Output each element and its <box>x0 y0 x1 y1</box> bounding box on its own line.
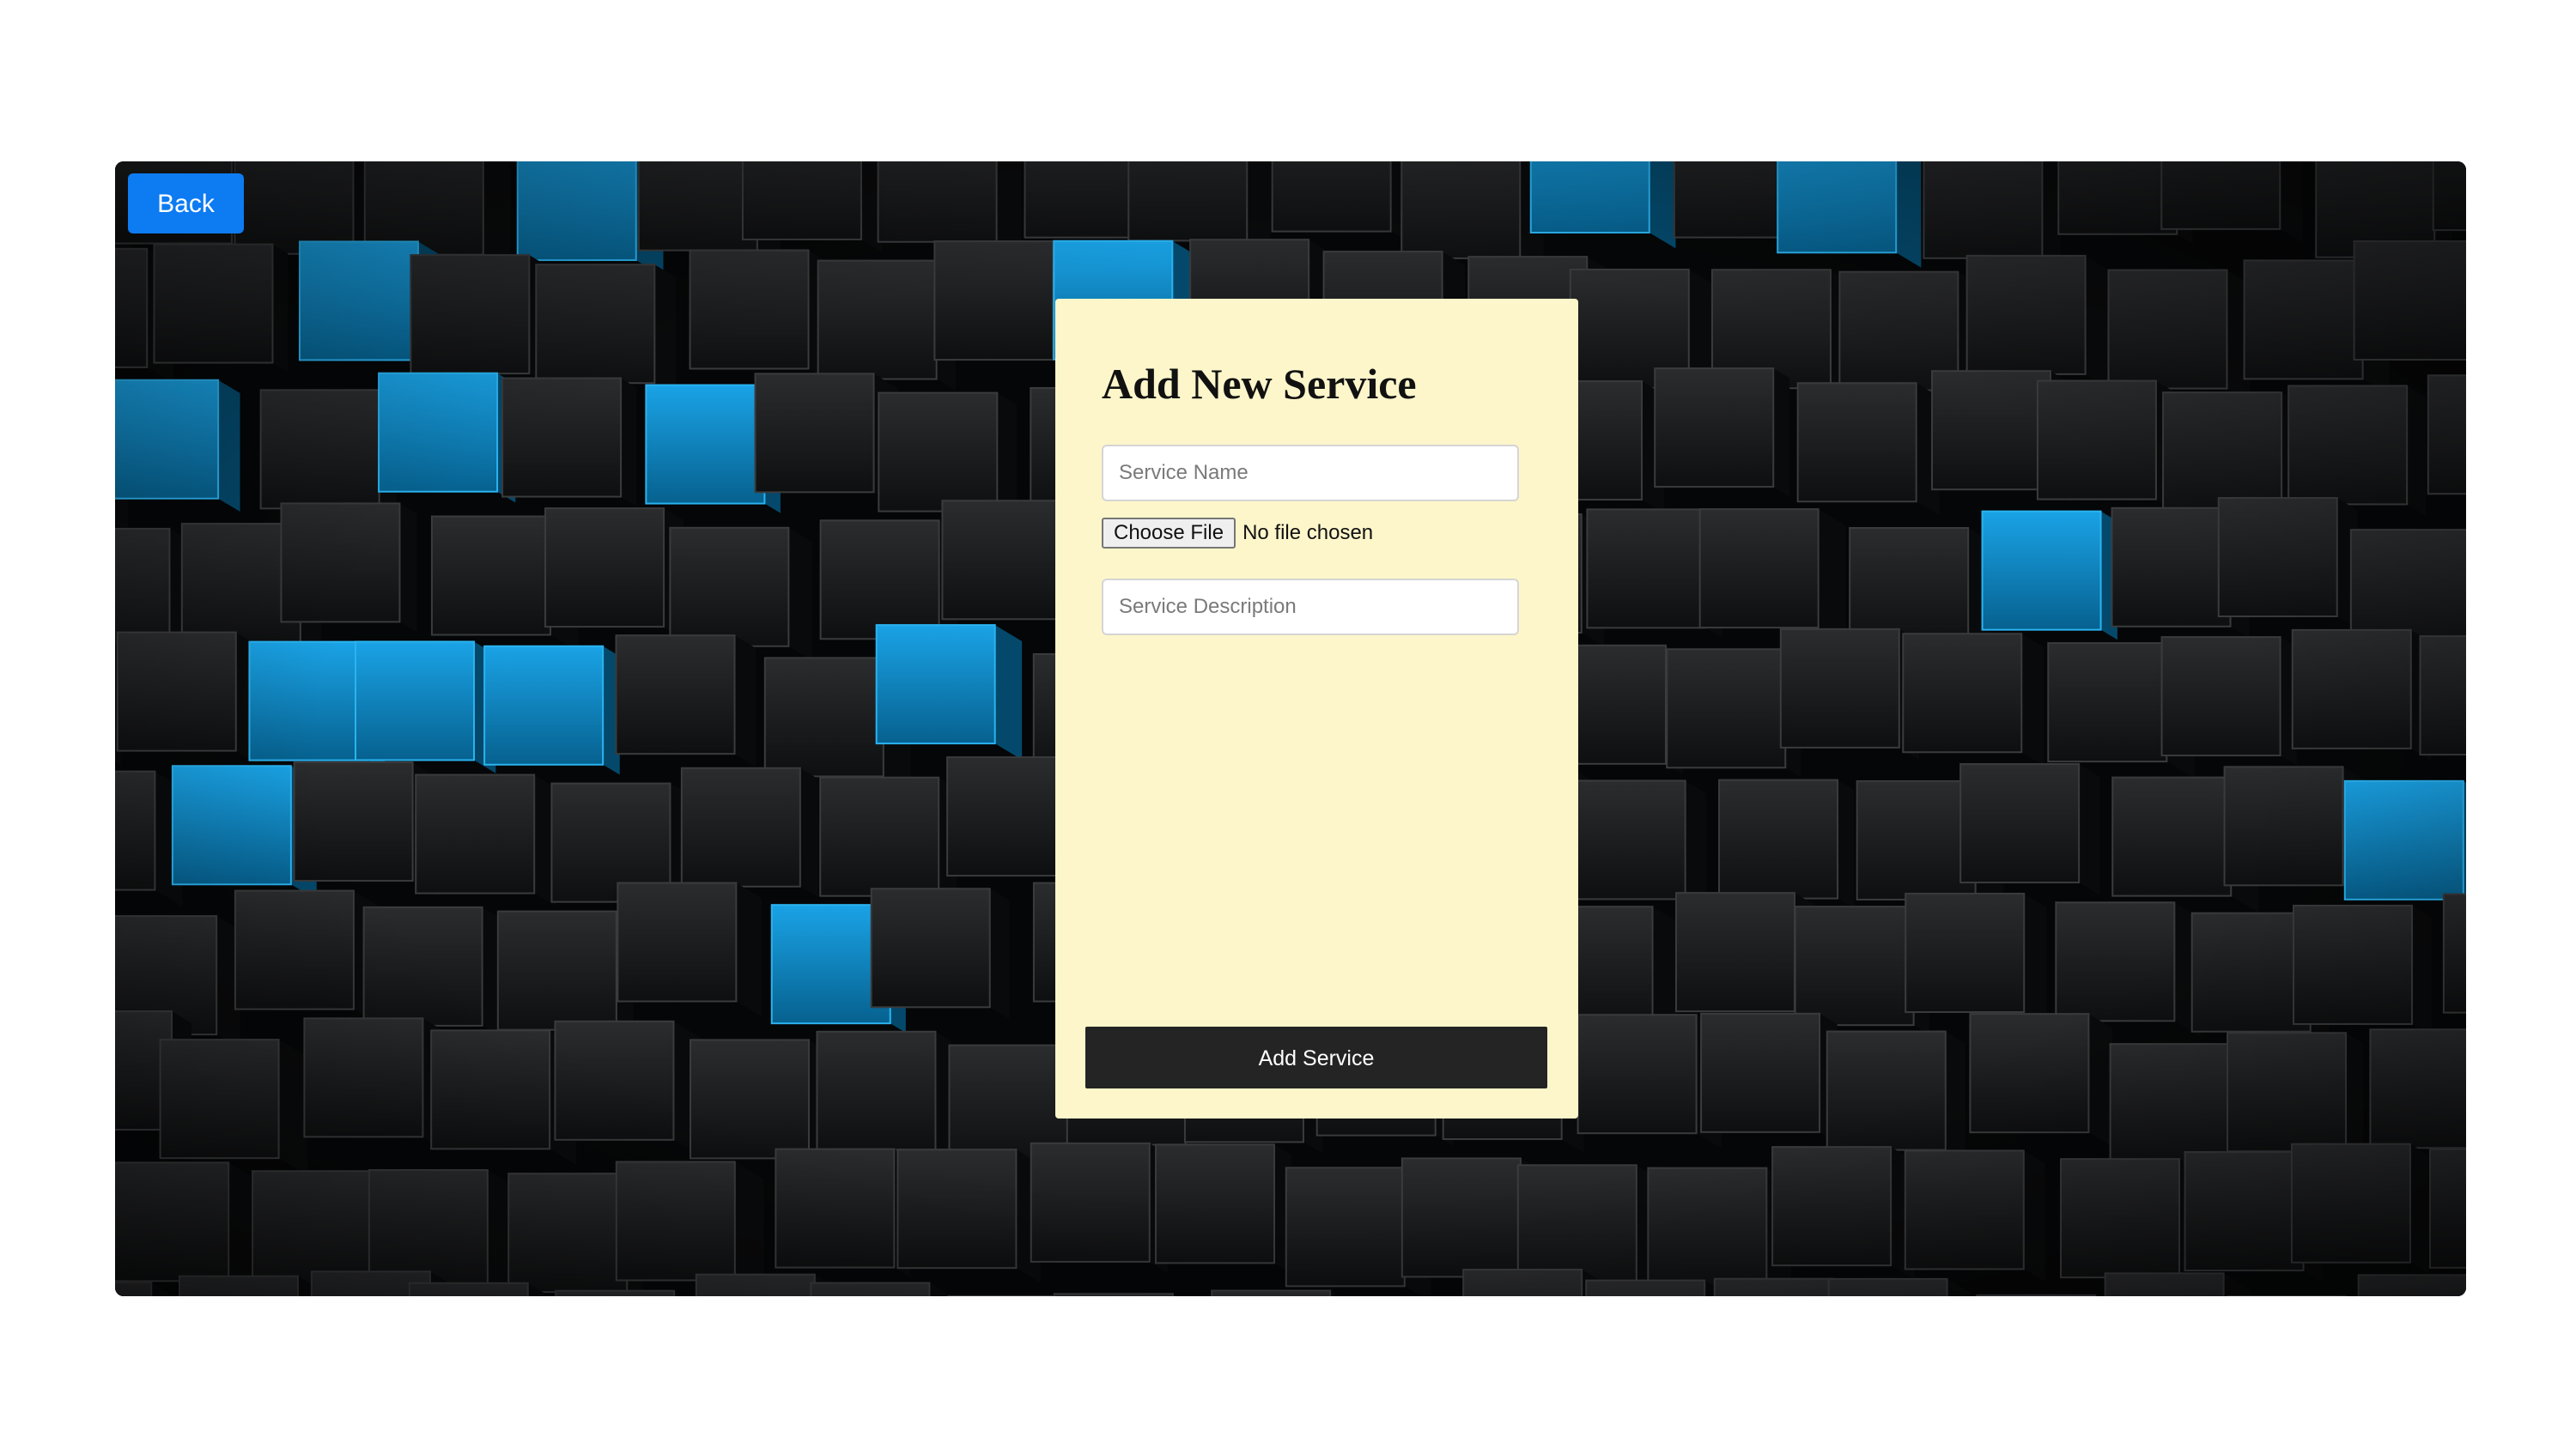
form-title: Add New Service <box>1102 360 1417 408</box>
file-upload-row: Choose File No file chosen <box>1102 518 1373 549</box>
choose-file-button[interactable]: Choose File <box>1102 518 1236 549</box>
file-status-text: No file chosen <box>1242 521 1374 544</box>
add-service-button[interactable]: Add Service <box>1085 1027 1547 1088</box>
service-description-input[interactable] <box>1102 579 1519 635</box>
back-button[interactable]: Back <box>128 173 244 233</box>
add-service-card: Add New Service Choose File No file chos… <box>1055 299 1578 1119</box>
service-name-input[interactable] <box>1102 445 1519 501</box>
